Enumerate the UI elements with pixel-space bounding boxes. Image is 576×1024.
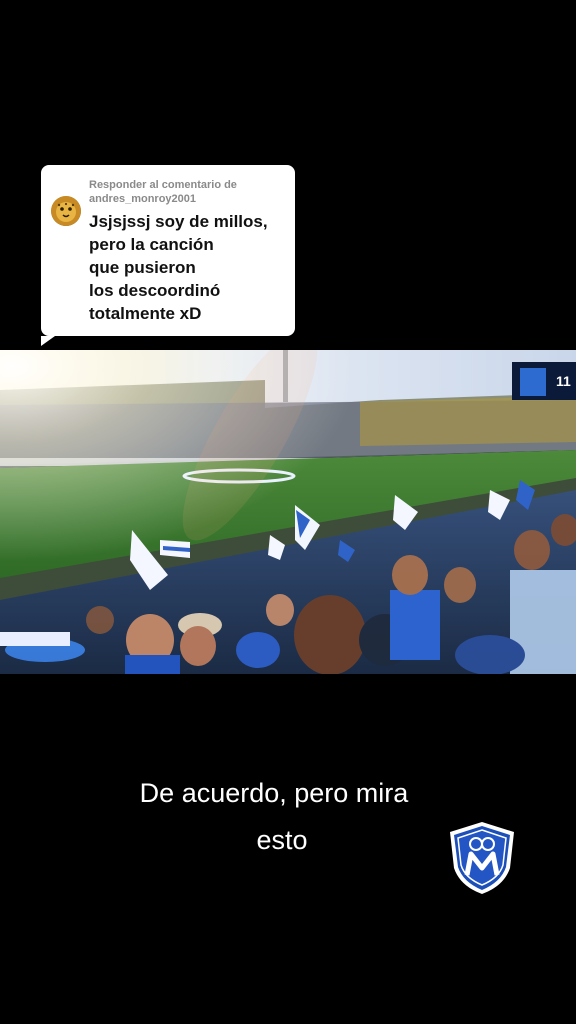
comment-line: los descoordinó	[89, 281, 221, 300]
stadium-video-frame[interactable]: 11	[0, 350, 576, 674]
commenter-avatar-icon	[51, 196, 81, 226]
comment-line: pero la canción	[89, 235, 214, 254]
comment-line: Jsjsjssj soy de millos,	[89, 212, 268, 231]
reply-username[interactable]: andres_monroy2001	[89, 192, 289, 206]
reply-header: Responder al comentario de andres_monroy…	[89, 178, 289, 206]
comment-text: Jsjsjssj soy de millos, pero la canción …	[89, 210, 289, 325]
millonarios-crest-icon	[444, 820, 520, 896]
comment-line: que pusieron	[89, 258, 196, 277]
reply-comment-card[interactable]: Responder al comentario de andres_monroy…	[41, 165, 295, 346]
caption-line-1: De acuerdo, pero mira	[139, 778, 409, 808]
comment-line: totalmente xD	[89, 304, 202, 323]
reply-label: Responder al comentario de	[89, 179, 237, 191]
